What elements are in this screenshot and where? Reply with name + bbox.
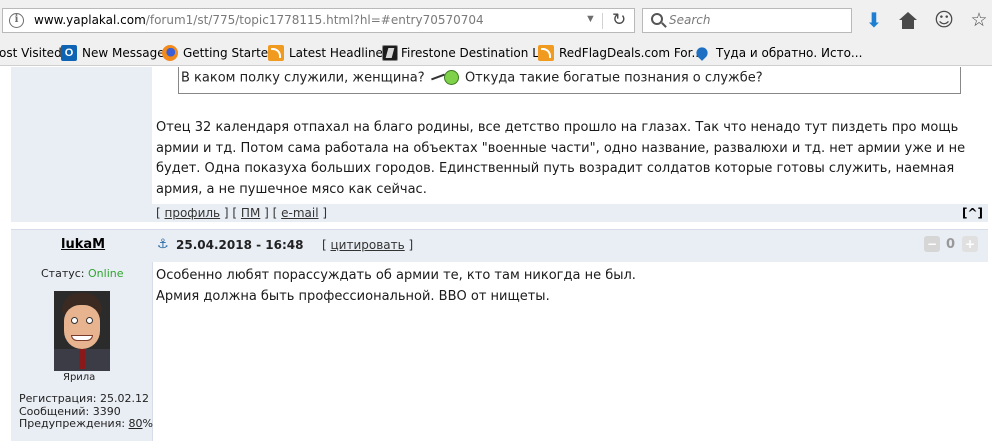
user-rank: Ярила bbox=[63, 372, 96, 383]
avatar[interactable] bbox=[54, 291, 110, 371]
warnings-row: Предупреждения: 80% bbox=[19, 417, 153, 431]
avatar-eye bbox=[71, 317, 78, 324]
chevron-down-icon[interactable]: ▼ bbox=[585, 13, 596, 25]
smile-icon[interactable]: ☺ bbox=[932, 9, 956, 33]
bookmark-tuda-i-obratno[interactable]: Туда и обратно. Исто... bbox=[716, 46, 862, 60]
bookmark-most-visited[interactable]: ost Visited bbox=[0, 46, 62, 60]
quote-text: В каком полку служили, женщина? Откуда т… bbox=[181, 70, 763, 86]
address-bar-url[interactable]: www.yaplakal.com/forum1/st/775/topic1778… bbox=[34, 13, 484, 27]
rss-icon bbox=[538, 45, 554, 61]
avatar-eye bbox=[86, 317, 93, 324]
avatar-face bbox=[64, 305, 100, 349]
post-date: 25.04.2018 - 16:48 bbox=[176, 238, 304, 252]
status-label: Статус: bbox=[41, 267, 85, 280]
bookmark-star-icon[interactable]: ☆ bbox=[967, 9, 991, 33]
quote-line-2: Откуда такие богатые познания о службе? bbox=[464, 70, 763, 86]
post1-line: армия, а не пушечное мясо как сейчас. bbox=[156, 181, 427, 197]
post2-line: Армия должна быть профессиональной. ВВО … bbox=[156, 288, 550, 304]
post1-line: Отец 32 календаря отпахал на благо родин… bbox=[156, 120, 959, 135]
pm-link[interactable]: ПМ bbox=[241, 206, 260, 220]
registration-label: Регистрация: bbox=[19, 392, 97, 405]
user-stats: Регистрация: 25.02.12 Сообщений: 3390 Пр… bbox=[19, 392, 153, 431]
search-placeholder[interactable]: Search bbox=[669, 13, 711, 27]
warnings-label: Предупреждения: bbox=[19, 417, 126, 430]
url-host: www.yaplakal.com bbox=[34, 13, 146, 27]
post1-line: армии и тд. Потом сама работала на объек… bbox=[156, 140, 966, 156]
reload-icon[interactable]: ↻ bbox=[612, 10, 626, 30]
quote-link[interactable]: цитировать bbox=[331, 238, 405, 252]
post1-line: будет. Одна показуха больших городов. Ед… bbox=[156, 161, 955, 176]
firefox-icon bbox=[162, 45, 178, 61]
home-icon[interactable] bbox=[896, 9, 920, 33]
bookmarks-bar: ost Visited O New Message Getting Starte… bbox=[0, 42, 992, 66]
post2-line: Особенно любят порассуждать об армии те,… bbox=[156, 268, 636, 283]
smiley-icon bbox=[430, 70, 459, 86]
vote-down-icon[interactable]: − bbox=[924, 236, 940, 252]
messages-label: Сообщений: bbox=[19, 404, 90, 418]
post1-body: Отец 32 календаря отпахал на благо родин… bbox=[156, 118, 976, 200]
info-icon[interactable]: i bbox=[9, 13, 24, 28]
scroll-top-button[interactable]: [^] bbox=[962, 206, 983, 220]
status-online: Online bbox=[88, 267, 124, 280]
rss-icon bbox=[268, 45, 284, 61]
url-separator bbox=[602, 13, 603, 29]
warnings-suffix: % bbox=[142, 417, 153, 430]
bookmark-firestone[interactable]: Firestone Destination L... bbox=[401, 46, 550, 60]
post1-links: [ профиль ] [ ПМ ] [ e-mail ] bbox=[156, 206, 328, 220]
messages-value: 3390 bbox=[92, 404, 121, 418]
status: Статус: Online bbox=[41, 267, 124, 280]
profile-link[interactable]: профиль bbox=[165, 206, 221, 220]
search-icon bbox=[651, 13, 663, 25]
avatar-tie bbox=[79, 349, 85, 369]
vote-up-icon[interactable]: + bbox=[962, 236, 978, 252]
quote-action: [ цитировать ] bbox=[322, 238, 414, 252]
forum-page: В каком полку служили, женщина? Откуда т… bbox=[0, 67, 992, 441]
browser-toolbar: i www.yaplakal.com/forum1/st/775/topic17… bbox=[0, 0, 992, 42]
post1-author-column bbox=[11, 67, 152, 204]
bookmark-latest-headlines[interactable]: Latest Headlines bbox=[289, 46, 389, 60]
anchor-icon[interactable]: ⚓ bbox=[157, 237, 169, 252]
url-path: /forum1/st/775/topic1778115.html?hl=#ent… bbox=[145, 13, 484, 27]
home-icon-base bbox=[902, 20, 914, 29]
bookmark-new-message[interactable]: New Message bbox=[82, 46, 165, 60]
registration-value: 25.02.12 bbox=[99, 392, 149, 405]
vote-count: 0 bbox=[946, 237, 956, 252]
email-link[interactable]: e-mail bbox=[281, 206, 318, 220]
outlook-icon: O bbox=[61, 45, 77, 61]
post2-body: Особенно любят порассуждать об армии те,… bbox=[156, 266, 976, 307]
search-box[interactable]: Search bbox=[642, 8, 852, 33]
post-author[interactable]: lukaM bbox=[61, 237, 105, 252]
warnings-link[interactable]: 80 bbox=[129, 417, 143, 430]
quote-line-1: В каком полку служили, женщина? bbox=[181, 70, 425, 86]
address-bar[interactable]: i www.yaplakal.com/forum1/st/775/topic17… bbox=[2, 8, 635, 33]
smiley-stick bbox=[430, 73, 445, 81]
firestone-icon bbox=[382, 45, 398, 61]
download-icon[interactable]: ⬇ bbox=[862, 9, 886, 33]
vote-box: − 0 + bbox=[919, 233, 983, 259]
smiley-face bbox=[443, 70, 459, 85]
bookmark-redflagdeals[interactable]: RedFlagDeals.com For... bbox=[559, 46, 703, 60]
avatar-mouth bbox=[71, 335, 93, 341]
home-icon-roof bbox=[899, 12, 917, 20]
bookmark-getting-started[interactable]: Getting Started bbox=[183, 46, 276, 60]
